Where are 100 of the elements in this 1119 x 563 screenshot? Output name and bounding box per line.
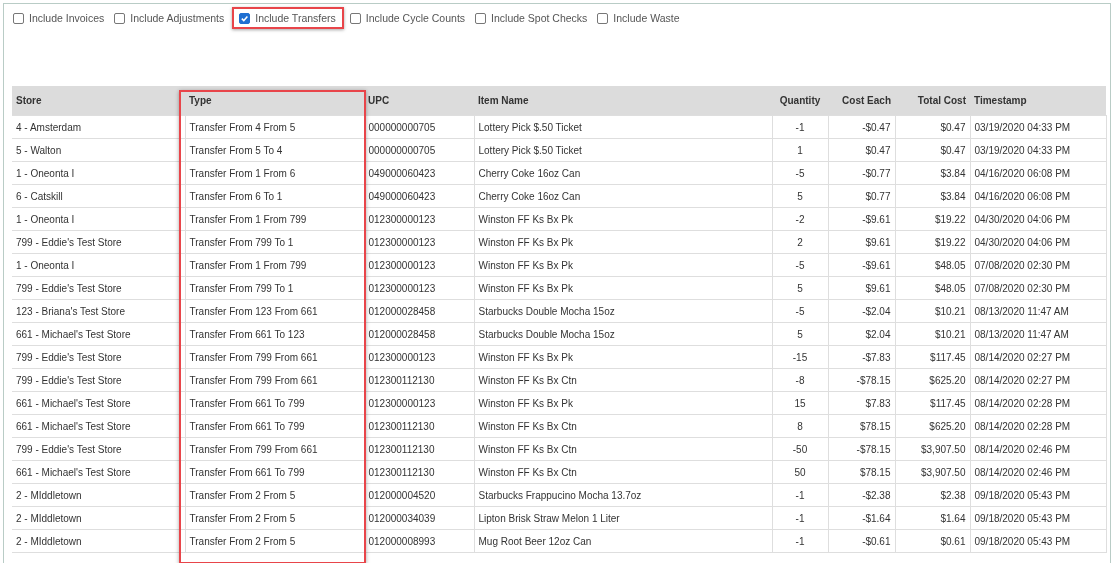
table-cell: -$0.77 [828, 161, 895, 185]
table-cell: $117.45 [895, 345, 970, 369]
table-cell: 012300000123 [364, 253, 474, 277]
table-cell: 2 - MIddletown [12, 483, 185, 507]
column-header[interactable]: UPC [364, 86, 474, 116]
table-cell: 09/18/2020 05:43 PM [970, 483, 1106, 507]
column-header[interactable]: Total Cost [895, 86, 970, 116]
table-cell: Winston FF Ks Bx Pk [474, 253, 772, 277]
checkbox-label[interactable]: Include Waste [613, 12, 680, 24]
table-cell: -2 [772, 207, 828, 231]
checkbox[interactable] [475, 12, 487, 24]
table-cell: Winston FF Ks Bx Ctn [474, 460, 772, 484]
table-cell: 5 [772, 184, 828, 208]
table-cell: 000000000705 [364, 138, 474, 162]
table-cell: $625.20 [895, 368, 970, 392]
table-cell: -$78.15 [828, 368, 895, 392]
table-cell: 012000008993 [364, 529, 474, 553]
checkbox-label[interactable]: Include Invoices [29, 12, 105, 24]
table-cell: 03/19/2020 04:33 PM [970, 138, 1106, 162]
table-cell: $3.84 [895, 161, 970, 185]
table-cell: Winston FF Ks Bx Pk [474, 391, 772, 415]
table-cell: $0.47 [895, 138, 970, 162]
table-cell: 661 - Michael's Test Store [12, 391, 185, 415]
table-cell: 09/18/2020 05:43 PM [970, 506, 1106, 530]
checkbox[interactable] [239, 12, 251, 24]
table-cell: Lottery Pick $.50 Ticket [474, 115, 772, 139]
table-cell: 012300000123 [364, 230, 474, 254]
table-cell: Cherry Coke 16oz Can [474, 184, 772, 208]
checkbox[interactable] [13, 12, 24, 24]
table-cell: 2 - MIddletown [12, 529, 185, 553]
table-cell: 04/30/2020 04:06 PM [970, 230, 1106, 254]
table-cell: 799 - Eddie's Test Store [12, 276, 185, 300]
column-header[interactable]: Store [12, 86, 185, 116]
table-cell: 07/08/2020 02:30 PM [970, 253, 1106, 277]
checkbox[interactable] [597, 12, 609, 24]
table-cell: 661 - Michael's Test Store [12, 414, 185, 438]
table-cell: 4 - Amsterdam [12, 115, 185, 139]
table-cell: 08/14/2020 02:46 PM [970, 437, 1106, 461]
table-cell: 50 [772, 460, 828, 484]
table-cell: $2.38 [895, 483, 970, 507]
column-header[interactable]: Timestamp [970, 86, 1106, 116]
table-cell: -1 [772, 529, 828, 553]
table-cell: $3,907.50 [895, 460, 970, 484]
column-header[interactable]: Item Name [474, 86, 772, 116]
checkbox-label[interactable]: Include Cycle Counts [365, 12, 466, 24]
table-cell: 012000028458 [364, 299, 474, 323]
table-cell: $2.04 [828, 322, 895, 346]
checkbox[interactable] [114, 12, 126, 24]
table-cell: 012300112130 [364, 437, 474, 461]
checkbox-label[interactable]: Include Transfers [255, 12, 336, 24]
table-cell: -$7.83 [828, 345, 895, 369]
table-cell: 8 [772, 414, 828, 438]
table-cell: -$9.61 [828, 253, 895, 277]
table-cell: 04/16/2020 06:08 PM [970, 161, 1106, 185]
table-cell: 03/19/2020 04:33 PM [970, 115, 1106, 139]
table-cell: -$0.61 [828, 529, 895, 553]
table-cell: -$1.64 [828, 506, 895, 530]
table-cell: $48.05 [895, 276, 970, 300]
column-header[interactable]: Type [185, 86, 364, 116]
table-cell: 08/14/2020 02:27 PM [970, 368, 1106, 392]
table-cell: -50 [772, 437, 828, 461]
table-cell: -1 [772, 483, 828, 507]
table-cell: 2 - MIddletown [12, 506, 185, 530]
table-cell: Winston FF Ks Bx Pk [474, 276, 772, 300]
table-cell: $117.45 [895, 391, 970, 415]
checkbox[interactable] [349, 12, 361, 24]
table-cell: -5 [772, 299, 828, 323]
table-cell: 1 - Oneonta I [12, 253, 185, 277]
checkbox-label[interactable]: Include Adjustments [130, 12, 225, 24]
table-cell: Mug Root Beer 12oz Can [474, 529, 772, 553]
table-cell: 012000028458 [364, 322, 474, 346]
table-cell: -5 [772, 253, 828, 277]
table-cell: 000000000705 [364, 115, 474, 139]
column-header[interactable]: Cost Each [828, 86, 895, 116]
checkbox-label[interactable]: Include Spot Checks [491, 12, 588, 24]
table-cell: $10.21 [895, 299, 970, 323]
table-cell: -15 [772, 345, 828, 369]
table-cell: 5 [772, 276, 828, 300]
table-cell: 012000034039 [364, 506, 474, 530]
table-cell: 661 - Michael's Test Store [12, 460, 185, 484]
table-cell: Winston FF Ks Bx Pk [474, 207, 772, 231]
table-cell: 08/14/2020 02:27 PM [970, 345, 1106, 369]
table-cell: 012000004520 [364, 483, 474, 507]
table-cell: Starbucks Double Mocha 15oz [474, 299, 772, 323]
table-cell: $1.64 [895, 506, 970, 530]
table-cell: 08/14/2020 02:28 PM [970, 414, 1106, 438]
column-header[interactable]: Quantity [772, 86, 828, 116]
table-cell: 15 [772, 391, 828, 415]
table-cell: 012300112130 [364, 460, 474, 484]
table-cell: -8 [772, 368, 828, 392]
table-cell: Cherry Coke 16oz Can [474, 161, 772, 185]
table-cell: 012300000123 [364, 276, 474, 300]
table-cell: $3.84 [895, 184, 970, 208]
table-cell: Winston FF Ks Bx Pk [474, 230, 772, 254]
table-cell: 012300000123 [364, 391, 474, 415]
table-cell: Winston FF Ks Bx Pk [474, 345, 772, 369]
table-cell: Winston FF Ks Bx Ctn [474, 437, 772, 461]
table-cell: 1 - Oneonta I [12, 161, 185, 185]
table-cell: $3,907.50 [895, 437, 970, 461]
table-cell: -5 [772, 161, 828, 185]
